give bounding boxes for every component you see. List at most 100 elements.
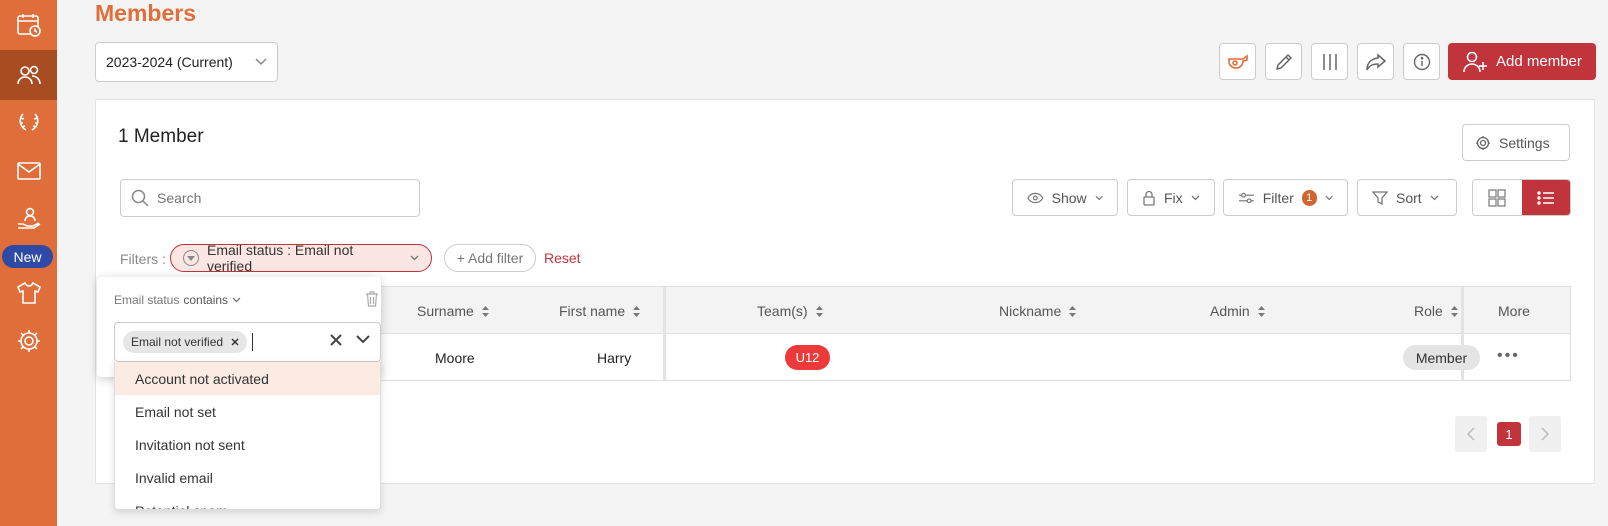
calendar-clock-icon bbox=[16, 14, 41, 37]
reset-filters-link[interactable]: Reset bbox=[544, 250, 581, 266]
column-header-role[interactable]: Role bbox=[1414, 303, 1458, 319]
option-invalid-email[interactable]: Invalid email bbox=[115, 461, 380, 494]
filter-label: Filter bbox=[1262, 189, 1294, 206]
sort-icon bbox=[481, 305, 489, 317]
add-user-icon bbox=[1463, 51, 1487, 72]
members-icon bbox=[16, 65, 41, 85]
option-invitation-not-sent[interactable]: Invitation not sent bbox=[115, 428, 380, 461]
team-badge[interactable]: U12 bbox=[785, 345, 830, 370]
active-filter-chip[interactable]: Email status : Email not verified bbox=[170, 242, 432, 274]
sidebar-item-calendar[interactable] bbox=[0, 0, 57, 50]
column-header-more: More bbox=[1498, 303, 1530, 319]
sidebar: New bbox=[0, 0, 57, 526]
filter-condition[interactable]: Email status contains bbox=[114, 293, 241, 307]
column-header-first-name[interactable]: First name bbox=[559, 303, 641, 319]
funnel-icon bbox=[1372, 190, 1388, 205]
options-list: Account not activated Email not set Invi… bbox=[114, 362, 381, 510]
chevron-left-icon bbox=[1467, 427, 1475, 441]
columns-icon bbox=[1322, 53, 1337, 70]
option-account-not-activated[interactable]: Account not activated bbox=[115, 362, 380, 395]
role-badge: Member bbox=[1403, 345, 1480, 370]
info-icon bbox=[1413, 53, 1430, 70]
sidebar-item-members[interactable] bbox=[0, 50, 57, 100]
season-select[interactable]: 2023-2024 (Current) bbox=[95, 42, 278, 82]
cell-first-name[interactable]: Harry bbox=[597, 350, 631, 366]
selected-tag-label: Email not verified bbox=[131, 335, 224, 349]
add-filter-button[interactable]: + Add filter bbox=[444, 244, 536, 272]
sidebar-item-competitions[interactable] bbox=[0, 98, 57, 148]
sort-icon bbox=[1257, 305, 1265, 317]
chevron-right-icon bbox=[1541, 427, 1549, 441]
pagination-next-button[interactable] bbox=[1529, 416, 1561, 452]
whistle-button[interactable] bbox=[1219, 43, 1256, 80]
chevron-down-icon bbox=[1325, 195, 1333, 200]
option-potential-spam[interactable]: Potential spam bbox=[115, 494, 380, 510]
close-icon bbox=[330, 334, 342, 346]
settings-button[interactable]: Settings bbox=[1462, 124, 1570, 161]
option-email-not-set[interactable]: Email not set bbox=[115, 395, 380, 428]
filter-button[interactable]: Filter 1 bbox=[1223, 179, 1348, 216]
sort-button[interactable]: Sort bbox=[1357, 179, 1457, 216]
page-title: Members bbox=[95, 0, 196, 26]
show-label: Show bbox=[1051, 189, 1087, 206]
share-arrow-icon bbox=[1365, 52, 1386, 70]
chevron-down-icon bbox=[1095, 195, 1103, 200]
trash-icon bbox=[366, 291, 378, 307]
chevron-down-icon bbox=[255, 58, 267, 66]
filter-field-label: Email status bbox=[114, 293, 180, 307]
eye-icon bbox=[1027, 192, 1044, 203]
column-header-surname[interactable]: Surname bbox=[417, 303, 489, 319]
new-badge: New bbox=[2, 245, 53, 268]
laurel-icon bbox=[19, 113, 38, 131]
add-member-button[interactable]: Add member bbox=[1448, 43, 1596, 80]
selected-tag: Email not verified bbox=[123, 331, 248, 353]
edit-button[interactable] bbox=[1265, 43, 1302, 80]
chevron-down-icon bbox=[1430, 195, 1439, 200]
sidebar-item-volunteers[interactable] bbox=[0, 194, 57, 244]
sort-icon bbox=[1450, 305, 1458, 317]
row-more-button[interactable]: ••• bbox=[1497, 347, 1520, 365]
pagination-page-1[interactable]: 1 bbox=[1497, 422, 1521, 446]
info-button[interactable] bbox=[1403, 43, 1440, 80]
list-icon bbox=[1537, 190, 1554, 205]
cell-surname[interactable]: Moore bbox=[435, 350, 475, 366]
sort-label: Sort bbox=[1396, 189, 1422, 206]
member-count-title: 1 Member bbox=[118, 126, 204, 147]
chevron-down-icon bbox=[232, 297, 241, 303]
chevron-down-icon bbox=[356, 335, 370, 344]
email-status-multiselect[interactable]: Email not verified bbox=[114, 322, 381, 362]
fix-label: Fix bbox=[1164, 189, 1183, 206]
sidebar-item-messages[interactable] bbox=[0, 146, 57, 196]
clear-selection-button[interactable] bbox=[329, 333, 343, 347]
sidebar-item-settings[interactable] bbox=[0, 316, 57, 366]
grid-view-button[interactable] bbox=[1473, 180, 1522, 215]
gear-icon bbox=[1476, 135, 1490, 150]
column-header-teams[interactable]: Team(s) bbox=[757, 303, 823, 319]
chip-dropdown-icon bbox=[183, 250, 199, 266]
shirt-icon bbox=[16, 281, 41, 304]
columns-button[interactable] bbox=[1311, 43, 1348, 80]
column-header-nickname[interactable]: Nickname bbox=[999, 303, 1077, 319]
delete-filter-button[interactable] bbox=[365, 291, 379, 307]
gear-icon bbox=[17, 330, 40, 352]
fix-button[interactable]: Fix bbox=[1127, 179, 1215, 216]
column-header-admin[interactable]: Admin bbox=[1210, 303, 1265, 319]
share-button[interactable] bbox=[1357, 43, 1394, 80]
column-divider bbox=[663, 287, 666, 380]
pagination-prev-button[interactable] bbox=[1455, 416, 1487, 452]
sort-icon bbox=[815, 305, 823, 317]
chevron-down-icon bbox=[410, 255, 419, 261]
search-box[interactable] bbox=[120, 179, 420, 217]
tag-remove-icon[interactable] bbox=[231, 338, 239, 346]
lock-icon bbox=[1143, 190, 1155, 206]
filter-chip-label: Email status : Email not verified bbox=[206, 242, 354, 274]
search-input[interactable] bbox=[157, 190, 397, 206]
open-options-button[interactable] bbox=[356, 335, 370, 344]
grid-icon bbox=[1488, 188, 1506, 207]
list-view-button[interactable] bbox=[1521, 180, 1570, 215]
whistle-icon bbox=[1227, 53, 1248, 69]
filters-label: Filters : bbox=[120, 251, 166, 267]
add-member-label: Add member bbox=[1496, 53, 1582, 70]
sidebar-item-equipment[interactable] bbox=[0, 268, 57, 318]
show-button[interactable]: Show bbox=[1012, 179, 1118, 216]
